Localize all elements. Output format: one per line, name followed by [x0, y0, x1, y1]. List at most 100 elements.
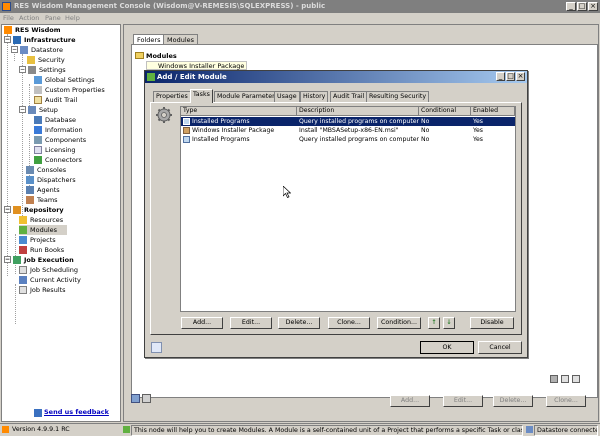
export-icon[interactable] — [561, 375, 569, 383]
feedback-icon — [34, 409, 42, 417]
dialog-maximize-button[interactable]: □ — [506, 72, 515, 81]
column-header-enabled[interactable]: Enabled — [471, 107, 515, 116]
tab-resulting-security[interactable]: Resulting Security — [366, 91, 430, 102]
minimize-button[interactable]: _ — [566, 2, 576, 11]
table-row[interactable]: Windows Installer Package Install "MBSAS… — [181, 126, 515, 135]
setup-icon — [28, 106, 36, 114]
tab-tasks[interactable]: Tasks — [190, 89, 213, 103]
tab-history[interactable]: History — [300, 91, 329, 102]
panel-clone-button[interactable]: Clone... — [546, 395, 586, 407]
dialog-close-button[interactable]: × — [516, 72, 525, 81]
maximize-button[interactable]: □ — [577, 2, 587, 11]
ok-button[interactable]: OK — [420, 341, 474, 354]
tab-properties[interactable]: Properties — [153, 91, 191, 102]
installer-package-icon — [183, 127, 190, 134]
table-row[interactable]: Installed Programs Query installed progr… — [181, 135, 515, 144]
runbook-icon — [19, 246, 27, 254]
module-arrow-icon — [19, 226, 27, 234]
window-title: RES Wisdom Management Console (Wisdom@V-… — [14, 2, 326, 10]
mouse-cursor-icon — [283, 186, 291, 198]
dialog-minimize-button[interactable]: _ — [496, 72, 505, 81]
audit-icon — [34, 96, 42, 104]
version-label: Version 4.9.9.1 RC — [12, 426, 70, 433]
cancel-button[interactable]: Cancel — [478, 341, 522, 354]
repository-icon — [13, 206, 21, 214]
connector-icon — [34, 156, 42, 164]
table-row[interactable]: Installed Programs Query installed progr… — [181, 117, 515, 126]
installed-programs-icon — [183, 136, 190, 143]
condition-task-button[interactable]: Condition... — [377, 317, 421, 329]
agent-icon — [26, 186, 34, 194]
schedule-icon — [19, 266, 27, 274]
add-task-button[interactable]: Add... — [181, 317, 223, 329]
tree-view-icon[interactable] — [131, 394, 140, 403]
close-button[interactable]: × — [588, 2, 598, 11]
activity-icon — [19, 276, 27, 284]
move-down-button[interactable]: ↓ — [443, 317, 455, 329]
panel-add-button[interactable]: Add... — [390, 395, 430, 407]
collapse-icon[interactable]: − — [4, 206, 11, 213]
collapse-icon[interactable]: − — [19, 66, 26, 73]
import-icon[interactable] — [572, 375, 580, 383]
navigation-tree: RES Wisdom − Infrastructure − Datastore … — [1, 24, 121, 422]
res-wisdom-icon — [4, 26, 12, 34]
datastore-icon — [20, 46, 28, 54]
status-module-icon — [123, 426, 130, 433]
collapse-icon[interactable]: − — [11, 46, 18, 53]
view-icon[interactable] — [550, 375, 558, 383]
console-icon — [26, 166, 34, 174]
window-title-bar: RES Wisdom Management Console (Wisdom@V-… — [0, 0, 600, 13]
team-icon — [26, 196, 34, 204]
gear-icon — [156, 107, 172, 123]
edit-task-button[interactable]: Edit... — [230, 317, 272, 329]
project-icon — [19, 236, 27, 244]
job-execution-icon — [13, 256, 21, 264]
delete-task-button[interactable]: Delete... — [278, 317, 320, 329]
datastore-status-icon — [526, 426, 533, 433]
version-icon — [2, 426, 9, 433]
folder-icon — [135, 52, 144, 59]
infrastructure-icon — [13, 36, 21, 44]
components-icon — [34, 136, 42, 144]
menu-pane[interactable]: Pane — [45, 14, 61, 22]
search-icon[interactable] — [142, 394, 151, 403]
key-icon — [27, 56, 35, 64]
settings-icon — [28, 66, 36, 74]
license-icon — [34, 146, 42, 154]
installed-programs-icon — [183, 118, 190, 125]
move-up-button[interactable]: ↑ — [428, 317, 440, 329]
database-icon — [34, 116, 42, 124]
menu-file[interactable]: File — [3, 14, 14, 22]
panel-delete-button[interactable]: Delete... — [493, 395, 533, 407]
column-header-description[interactable]: Description — [297, 107, 419, 116]
panel-edit-button[interactable]: Edit... — [443, 395, 483, 407]
send-feedback-link[interactable]: Send us feedback — [44, 408, 109, 416]
tab-usage[interactable]: Usage — [274, 91, 300, 102]
status-bar: Version 4.9.9.1 RC This node will help y… — [0, 423, 600, 436]
column-header-conditional[interactable]: Conditional — [419, 107, 471, 116]
tab-audit-trail[interactable]: Audit Trail — [330, 91, 368, 102]
help-icon[interactable] — [151, 342, 162, 353]
modules-folder-label[interactable]: Modules — [146, 52, 177, 60]
status-message: This node will help you to create Module… — [131, 425, 523, 436]
menu-action[interactable]: Action — [19, 14, 39, 22]
collapse-icon[interactable]: − — [4, 36, 11, 43]
dispatcher-icon — [26, 176, 34, 184]
information-icon — [34, 126, 42, 134]
menu-bar: File Action Pane Help — [0, 13, 600, 24]
star-icon — [19, 216, 27, 224]
clone-task-button[interactable]: Clone... — [328, 317, 370, 329]
column-header-type[interactable]: Type — [181, 107, 297, 116]
properties-icon — [34, 86, 42, 94]
disable-task-button[interactable]: Disable — [470, 317, 514, 329]
selected-module-item[interactable]: Windows Installer Package — [146, 61, 248, 70]
tab-module-parameters[interactable]: Module Parameters — [214, 91, 281, 102]
collapse-icon[interactable]: − — [4, 256, 11, 263]
datastore-status: Datastore connected — [534, 425, 598, 436]
dialog-module-icon — [147, 73, 155, 81]
collapse-icon[interactable]: − — [19, 106, 26, 113]
tree-item-modules[interactable]: Modules — [19, 225, 67, 235]
menu-help[interactable]: Help — [65, 14, 80, 22]
dialog-title: Add / Edit Module — [145, 71, 527, 83]
tasks-table: Type Description Conditional Enabled Ins… — [180, 106, 516, 312]
